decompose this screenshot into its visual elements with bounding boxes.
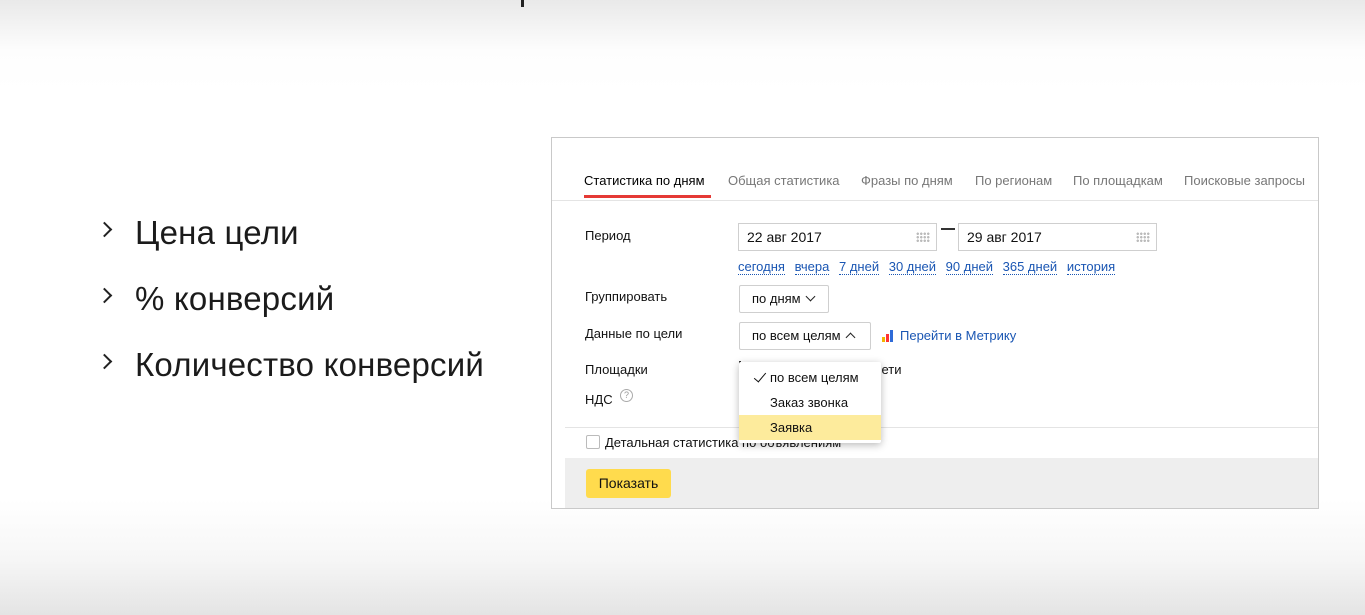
quick-link-yesterday[interactable]: вчера	[794, 259, 830, 275]
show-button[interactable]: Показать	[586, 469, 671, 498]
quick-link-7-days[interactable]: 7 дней	[838, 259, 880, 275]
tab-search-queries[interactable]: Поисковые запросы	[1184, 173, 1305, 188]
active-tab-underline	[584, 195, 711, 198]
placements-label: Площадки	[585, 362, 648, 377]
slide-bullet-text: Количество конверсий	[135, 346, 485, 383]
quick-link-365-days[interactable]: 365 дней	[1002, 259, 1058, 275]
goal-option-call-order[interactable]: Заказ звонка	[739, 390, 881, 415]
tab-daily-stats[interactable]: Статистика по дням	[584, 173, 705, 188]
metrika-link-text: Перейти в Метрику	[900, 328, 1017, 343]
metrika-icon	[882, 330, 895, 342]
chevron-right-icon	[96, 287, 113, 304]
goal-option-label: Заявка	[770, 420, 813, 435]
tab-phrases-by-day[interactable]: Фразы по дням	[861, 173, 953, 188]
chevron-right-icon	[96, 353, 113, 370]
tab-by-placement[interactable]: По площадкам	[1073, 173, 1163, 188]
goal-option-all[interactable]: по всем целям	[739, 365, 881, 390]
metrika-link[interactable]: Перейти в Метрику	[882, 328, 1016, 343]
group-label: Группировать	[585, 289, 668, 304]
calendar-icon[interactable]	[916, 232, 930, 242]
date-to-value: 29 авг 2017	[967, 229, 1042, 245]
group-select-value: по дням	[752, 291, 801, 306]
detail-stats-checkbox[interactable]	[586, 435, 600, 449]
divider	[565, 427, 1318, 428]
goal-select[interactable]: по всем целям	[739, 322, 871, 350]
goal-option-application[interactable]: Заявка	[739, 415, 881, 440]
goal-option-label: по всем целям	[770, 370, 859, 385]
quick-link-90-days[interactable]: 90 дней	[945, 259, 993, 275]
goal-label: Данные по цели	[585, 326, 683, 341]
chevron-up-icon	[845, 332, 856, 343]
goal-dropdown-menu: по всем целям Заказ звонка Заявка	[739, 362, 881, 443]
date-from-value: 22 авг 2017	[747, 229, 822, 245]
panel-footer: Показать	[565, 458, 1318, 508]
slide-title-fragment	[521, 0, 524, 7]
period-label: Период	[585, 228, 631, 243]
date-from-input[interactable]: 22 авг 2017	[738, 223, 937, 251]
quick-link-today[interactable]: сегодня	[738, 259, 785, 275]
slide-bullet-text: Цена цели	[135, 214, 299, 251]
help-icon[interactable]: ?	[620, 389, 633, 402]
quick-link-history[interactable]: история	[1066, 259, 1116, 275]
chevron-down-icon	[805, 291, 816, 302]
calendar-icon[interactable]	[1136, 232, 1150, 242]
tab-bar: Статистика по дням Общая статистика Фраз…	[552, 138, 1318, 201]
date-range-dash	[941, 228, 955, 230]
period-quick-links: сегодня вчера 7 дней 30 дней 90 дней 365…	[738, 259, 1121, 275]
tab-general-stats[interactable]: Общая статистика	[728, 173, 840, 188]
statistics-panel: Статистика по дням Общая статистика Фраз…	[551, 137, 1319, 509]
checkmark-icon	[753, 369, 767, 383]
chevron-right-icon	[96, 221, 113, 238]
group-select[interactable]: по дням	[739, 285, 829, 313]
vat-label: НДС	[585, 392, 613, 407]
goal-option-label: Заказ звонка	[770, 395, 849, 410]
quick-link-30-days[interactable]: 30 дней	[888, 259, 937, 275]
date-to-input[interactable]: 29 авг 2017	[958, 223, 1157, 251]
slide-bullet-text: % конверсий	[135, 280, 335, 317]
goal-select-value: по всем целям	[752, 328, 841, 343]
tab-by-region[interactable]: По регионам	[975, 173, 1052, 188]
